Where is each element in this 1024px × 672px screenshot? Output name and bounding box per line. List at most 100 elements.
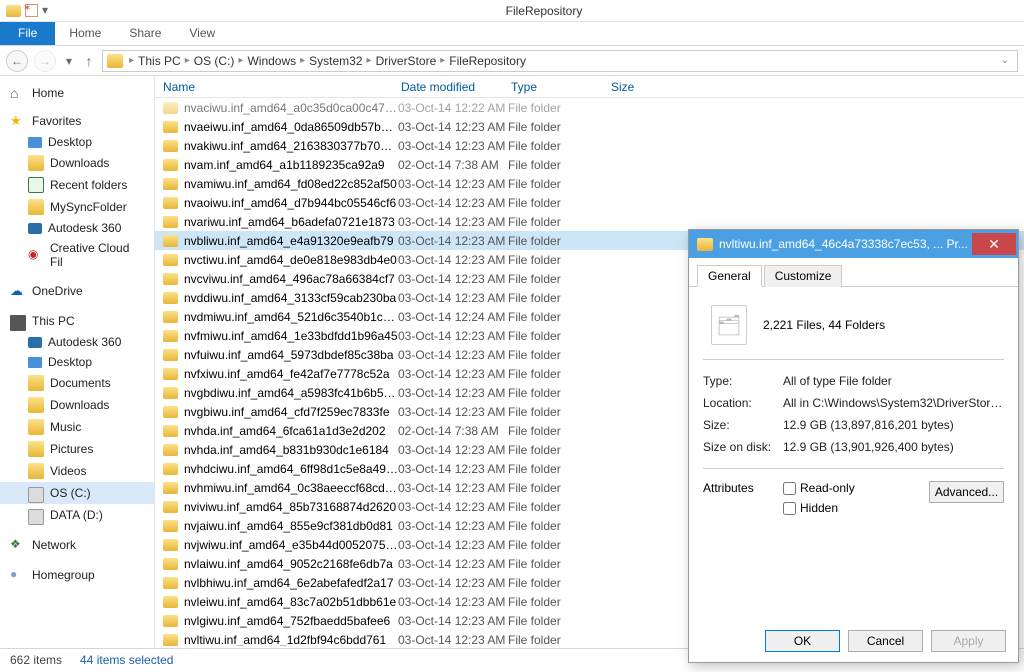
folder-icon [163,349,178,361]
sidebar-item-desktop2[interactable]: Desktop [0,352,154,372]
size-label: Size: [703,418,783,432]
dialog-close-button[interactable]: ✕ [972,233,1016,255]
chevron-right-icon[interactable]: ▸ [300,55,305,66]
file-date: 03-Oct-14 12:23 AM [398,253,508,267]
cancel-button[interactable]: Cancel [848,630,923,652]
sidebar-item-downloads[interactable]: Downloads [0,152,154,174]
file-name: nvlaiwu.inf_amd64_9052c2168fe6db7a [184,557,398,571]
breadcrumb[interactable]: This PC [136,54,183,68]
sidebar-home[interactable]: Home [0,82,154,104]
sidebar-item-creativecloud[interactable]: Creative Cloud Fil [0,238,154,272]
sidebar-favorites[interactable]: Favorites [0,110,154,132]
properties-dialog: nvltiwu.inf_amd64_46c4a73338c7ec53, ... … [688,229,1019,663]
sidebar-item-datad[interactable]: DATA (D:) [0,504,154,526]
apply-button[interactable]: Apply [931,630,1006,652]
file-type: File folder [508,500,608,514]
sidebar-item-autodesk2[interactable]: Autodesk 360 [0,332,154,352]
chevron-right-icon[interactable]: ▸ [238,55,243,66]
folder-icon [163,178,178,190]
nav-recent-dropdown[interactable]: ▾ [62,54,76,68]
sidebar-item-mysync[interactable]: MySyncFolder [0,196,154,218]
folder-icon [697,238,713,251]
status-count: 662 items [10,653,62,667]
readonly-checkbox[interactable]: Read-only [783,481,929,495]
sidebar-homegroup[interactable]: Homegroup [0,564,154,586]
file-type: File folder [508,329,608,343]
ribbon-tab-file[interactable]: File [0,22,55,45]
sidebar-thispc[interactable]: This PC [0,310,154,332]
file-name: nvdmiwu.inf_amd64_521d6c3540b1c9c8 [184,310,398,324]
table-row[interactable]: nvaoiwu.inf_amd64_d7b944bc05546cf603-Oct… [155,193,1024,212]
sidebar-item-videos[interactable]: Videos [0,460,154,482]
sidebar-item-pictures[interactable]: Pictures [0,438,154,460]
qat-dropdown-icon[interactable]: ▾ [42,3,58,19]
table-row[interactable]: nvaeiwu.inf_amd64_0da86509db57bd7503-Oct… [155,117,1024,136]
ok-button[interactable]: OK [765,630,840,652]
address-dropdown-icon[interactable]: ⌄ [1001,55,1009,66]
sidebar-item-documents[interactable]: Documents [0,372,154,394]
dialog-title: nvltiwu.inf_amd64_46c4a73338c7ec53, ... … [719,237,972,251]
creative-cloud-icon [28,247,44,263]
breadcrumb[interactable]: Windows [245,54,298,68]
sidebar-item-autodesk[interactable]: Autodesk 360 [0,218,154,238]
nav-pane: Home Favorites Desktop Downloads Recent … [0,76,155,648]
table-row[interactable]: nvakiwu.inf_amd64_2163830377b70cd303-Oct… [155,136,1024,155]
nav-up-button[interactable]: ↑ [82,54,96,68]
nav-back-button[interactable]: ← [6,50,28,72]
sidebar-onedrive[interactable]: OneDrive [0,280,154,302]
chevron-right-icon[interactable]: ▸ [367,55,372,66]
sidebar-item-music[interactable]: Music [0,416,154,438]
file-name: nvhda.inf_amd64_b831b930dc1e6184 [184,443,398,457]
folder-icon [28,463,44,479]
advanced-button[interactable]: Advanced... [929,481,1004,503]
chevron-right-icon[interactable]: ▸ [129,55,134,66]
file-date: 03-Oct-14 12:23 AM [398,215,508,229]
file-type: File folder [508,215,608,229]
file-date: 03-Oct-14 12:23 AM [398,519,508,533]
col-size[interactable]: Size [603,80,663,94]
file-date: 03-Oct-14 12:23 AM [398,443,508,457]
qat-newfolder-icon[interactable]: ✶ [25,4,38,17]
chevron-right-icon[interactable]: ▸ [440,55,445,66]
breadcrumb[interactable]: DriverStore [374,54,439,68]
location-value: All in C:\Windows\System32\DriverStore\F… [783,396,1004,410]
sidebar-network[interactable]: Network [0,534,154,556]
file-type: File folder [508,595,608,609]
folder-icon [163,387,178,399]
file-type: File folder [508,177,608,191]
tab-general[interactable]: General [697,265,762,287]
sidebar-item-osc[interactable]: OS (C:) [0,482,154,504]
dialog-titlebar[interactable]: nvltiwu.inf_amd64_46c4a73338c7ec53, ... … [689,230,1018,258]
ribbon-tab-share[interactable]: Share [115,22,175,45]
breadcrumb[interactable]: OS (C:) [192,54,237,68]
table-row[interactable]: nvam.inf_amd64_a1b1189235ca92a902-Oct-14… [155,155,1024,174]
address-bar[interactable]: ▸ This PC ▸ OS (C:) ▸ Windows ▸ System32… [102,50,1018,72]
sidebar-item-recent[interactable]: Recent folders [0,174,154,196]
hidden-input[interactable] [783,502,796,515]
table-row[interactable]: nvamiwu.inf_amd64_fd08ed22c852af5003-Oct… [155,174,1024,193]
col-date[interactable]: Date modified [393,80,503,94]
file-type: File folder [508,196,608,210]
table-row[interactable]: nvaciwu.inf_amd64_a0c35d0ca00c47d703-Oct… [155,98,1024,117]
hidden-checkbox[interactable]: Hidden [783,501,929,515]
folder-icon [163,197,178,209]
chevron-right-icon[interactable]: ▸ [185,55,190,66]
sidebar-item-desktop[interactable]: Desktop [0,132,154,152]
ribbon-tab-home[interactable]: Home [55,22,115,45]
folder-icon [28,155,44,171]
col-type[interactable]: Type [503,80,603,94]
file-name: nvlbhiwu.inf_amd64_6e2abefafedf2a17 [184,576,398,590]
file-name: nvcviwu.inf_amd64_496ac78a66384cf7 [184,272,398,286]
ribbon-tab-view[interactable]: View [175,22,229,45]
folder-icon [28,375,44,391]
nav-forward-button[interactable]: → [34,50,56,72]
drive-icon [28,487,44,503]
qat-properties-icon[interactable] [6,5,21,17]
folder-icon [163,501,178,513]
breadcrumb[interactable]: System32 [307,54,364,68]
tab-customize[interactable]: Customize [764,265,843,287]
readonly-input[interactable] [783,482,796,495]
sidebar-item-downloads2[interactable]: Downloads [0,394,154,416]
col-name[interactable]: Name [155,80,393,94]
breadcrumb[interactable]: FileRepository [447,54,528,68]
